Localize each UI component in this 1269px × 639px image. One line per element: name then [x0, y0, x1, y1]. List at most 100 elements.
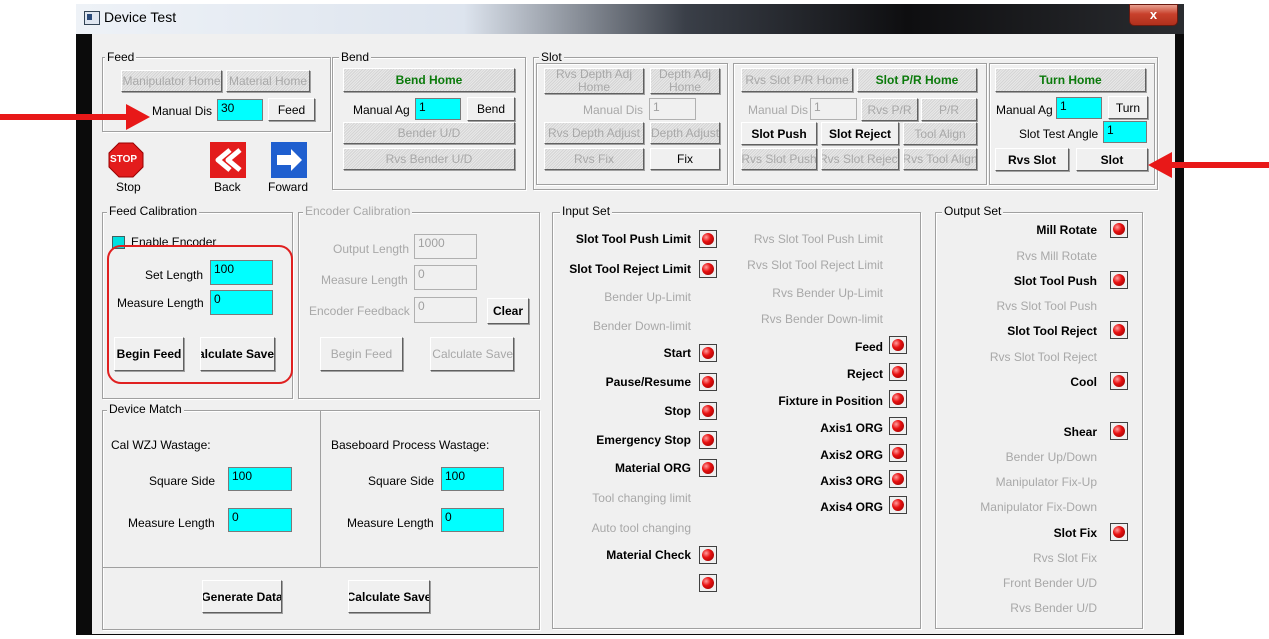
slot-test-angle-input[interactable]: 1	[1103, 121, 1147, 143]
input-led-indicator	[889, 363, 907, 381]
input-right-label: Reject	[846, 367, 883, 381]
turn-manual-ag-input[interactable]: 1	[1056, 97, 1102, 119]
output-led-toggle[interactable]	[1110, 220, 1128, 238]
generate-data-button[interactable]: Generate Data	[202, 580, 282, 613]
slot-manual-dis-input[interactable]: 1	[649, 98, 696, 120]
input-led-indicator	[699, 260, 717, 278]
input-left-label: Material Check	[606, 548, 691, 562]
forward-icon[interactable]	[271, 142, 307, 178]
dm-calculate-save-button[interactable]: Calculate Save	[348, 580, 430, 613]
input-led-indicator	[889, 470, 907, 488]
output-label: Cool	[1070, 375, 1097, 389]
manual-dis-input[interactable]: 30	[217, 99, 263, 121]
input-right-label: Rvs Bender Up-Limit	[772, 286, 883, 300]
input-right-label: Fixture in Position	[778, 394, 883, 408]
rvs-bender-ud-button[interactable]: Rvs Bender U/D	[343, 148, 515, 170]
input-left-label: Emergency Stop	[596, 433, 691, 447]
enc-begin-feed-button[interactable]: Begin Feed	[320, 337, 403, 371]
square-side-input[interactable]: 100	[228, 467, 292, 491]
output-label: Bender Up/Down	[1005, 450, 1097, 464]
dm-measure-length2-label: Measure Length	[347, 516, 434, 530]
input-left-label: Bender Up-Limit	[604, 290, 691, 304]
input-led-indicator	[889, 336, 907, 354]
rvs-tool-align-button[interactable]: Rvs Tool Align	[903, 148, 977, 170]
app-icon	[84, 11, 100, 25]
depth-adjust-button[interactable]: Depth Adjust	[650, 122, 720, 144]
bend-manual-ag-input[interactable]: 1	[415, 98, 461, 120]
input-led-indicator	[699, 431, 717, 449]
title-bar[interactable]	[76, 4, 1184, 34]
input-right-label: Axis3 ORG	[820, 474, 883, 488]
square-side-label: Square Side	[149, 474, 216, 488]
close-button[interactable]: x	[1129, 4, 1178, 26]
output-led-toggle[interactable]	[1110, 372, 1128, 390]
depth-adj-home-button[interactable]: Depth Adj Home	[650, 68, 720, 94]
slot-pr-home-button[interactable]: Slot P/R Home	[857, 68, 977, 92]
output-label: Slot Tool Reject	[1007, 324, 1097, 338]
input-led-indicator	[699, 402, 717, 420]
input-led-indicator	[699, 344, 717, 362]
rvs-depth-adj-home-button[interactable]: Rvs Depth Adj Home	[544, 68, 644, 94]
slot-button[interactable]: Slot	[1076, 148, 1148, 171]
output-length-input[interactable]: 1000	[414, 234, 477, 259]
bend-home-button[interactable]: Bend Home	[343, 68, 515, 92]
fix-button[interactable]: Fix	[650, 148, 720, 170]
dm-measure-length-input[interactable]: 0	[228, 508, 292, 532]
dm-measure-length2-input[interactable]: 0	[441, 508, 504, 532]
clear-button[interactable]: Clear	[487, 298, 529, 324]
rvs-depth-adjust-button[interactable]: Rvs Depth Adjust	[544, 122, 644, 144]
rvs-slot-pr-home-button[interactable]: Rvs Slot P/R Home	[741, 68, 853, 92]
enc-calculate-save-button[interactable]: Calculate Save	[430, 337, 514, 371]
baseboard-label: Baseboard Process Wastage:	[331, 438, 490, 452]
output-label: Manipulator Fix-Down	[980, 500, 1097, 514]
input-left-label: Material ORG	[614, 461, 691, 475]
output-led-toggle[interactable]	[1110, 523, 1128, 541]
turn-home-button[interactable]: Turn Home	[995, 68, 1146, 92]
output-set-title: Output Set	[942, 204, 1004, 218]
highlight-annotation	[107, 245, 293, 384]
enc-measure-length-input[interactable]: 0	[414, 265, 477, 290]
rvs-slot-push-button[interactable]: Rvs Slot Push	[741, 148, 817, 170]
slot-manual-dis2-input[interactable]: 1	[810, 98, 857, 120]
rvs-slot-button[interactable]: Rvs Slot	[995, 148, 1069, 171]
back-icon[interactable]	[210, 142, 246, 178]
input-set-title: Input Set	[560, 204, 613, 218]
output-label: Shear	[1063, 425, 1097, 439]
slot-push-button[interactable]: Slot Push	[741, 122, 817, 145]
rvs-fix-button[interactable]: Rvs Fix	[544, 148, 644, 170]
manipulator-home-button[interactable]: Manipulator Home	[121, 70, 222, 92]
square-side2-input[interactable]: 100	[441, 467, 504, 491]
stop-sign-text: STOP	[110, 154, 138, 165]
material-home-button[interactable]: Material Home	[226, 70, 310, 92]
output-led-toggle[interactable]	[1110, 271, 1128, 289]
input-right-label: Axis2 ORG	[820, 448, 883, 462]
tool-align-button[interactable]: Tool Align	[903, 122, 977, 145]
bender-ud-button[interactable]: Bender U/D	[343, 122, 515, 144]
rvs-slot-reject-button[interactable]: Rvs Slot Reject	[821, 148, 899, 170]
output-label: Slot Fix	[1053, 526, 1097, 540]
device-match-title: Device Match	[107, 402, 184, 416]
back-label: Back	[214, 180, 241, 194]
encoder-feedback-input[interactable]: 0	[414, 297, 477, 323]
bend-button[interactable]: Bend	[467, 97, 515, 121]
input-left-label: Slot Tool Reject Limit	[569, 262, 691, 276]
pr-button[interactable]: P/R	[921, 98, 977, 121]
input-right-label: Rvs Bender Down-limit	[760, 312, 883, 326]
output-label: Front Bender U/D	[1002, 576, 1097, 590]
output-label: Mill Rotate	[1036, 223, 1097, 237]
slot-group-title: Slot	[539, 50, 564, 64]
output-led-toggle[interactable]	[1110, 422, 1128, 440]
slot-reject-button[interactable]: Slot Reject	[821, 122, 899, 145]
left-annotation-arrow	[0, 114, 130, 120]
output-length-label: Output Length	[333, 242, 410, 256]
rvs-pr-button[interactable]: Rvs P/R	[861, 98, 918, 121]
output-led-toggle[interactable]	[1110, 321, 1128, 339]
stop-label: Stop	[116, 180, 141, 194]
turn-button[interactable]: Turn	[1108, 96, 1148, 119]
feed-button[interactable]: Feed	[268, 98, 315, 121]
input-right-label: Feed	[854, 340, 883, 354]
input-left-label: Start	[663, 346, 691, 360]
encoder-feedback-label: Encoder Feedback	[309, 304, 410, 318]
square-side2-label: Square Side	[368, 474, 435, 488]
encoder-calibration-title: Encoder Calibration	[303, 204, 413, 218]
